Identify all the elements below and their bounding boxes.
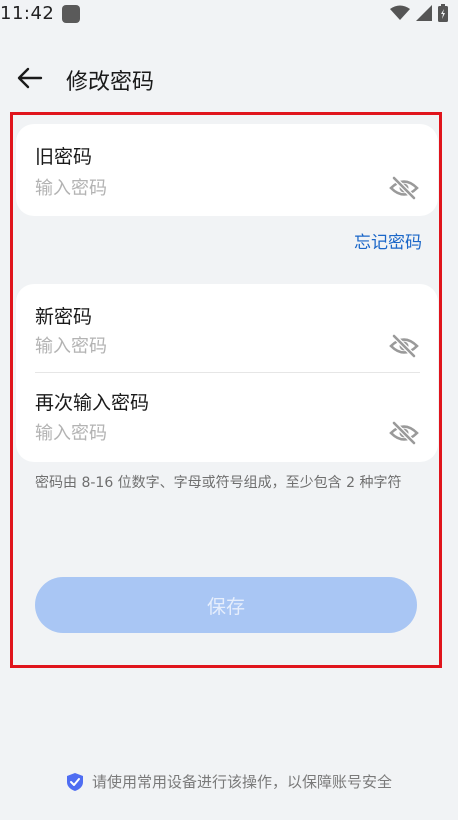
field-divider [35,372,420,373]
confirm-password-input[interactable] [35,419,375,447]
eye-off-icon [389,421,419,445]
battery-icon [438,4,448,22]
app-icon [62,5,80,23]
eye-off-icon [389,334,419,358]
old-password-input[interactable] [35,174,375,202]
password-rule-hint: 密码由 8-16 位数字、字母或符号组成，至少包含 2 种字符 [35,475,402,491]
confirm-password-label: 再次输入密码 [35,392,150,414]
app-header: 修改密码 [0,54,458,102]
old-password-visibility-toggle[interactable] [388,174,420,202]
shield-check-icon [66,772,83,791]
status-icons [390,4,448,22]
status-bar: 11:42 [0,0,458,30]
new-password-card: 新密码 再次输入密码 [16,284,438,462]
back-button[interactable] [12,60,48,96]
new-password-label: 新密码 [35,306,93,328]
eye-off-icon [389,176,419,200]
old-password-card: 旧密码 [16,124,438,216]
status-time: 11:42 [0,3,55,24]
new-password-input[interactable] [35,332,375,360]
new-password-visibility-toggle[interactable] [388,332,420,360]
save-button[interactable]: 保存 [35,577,417,633]
security-notice-text: 请使用常用设备进行该操作，以保障账号安全 [91,773,392,791]
confirm-password-visibility-toggle[interactable] [388,419,420,447]
arrow-left-icon [17,67,43,89]
old-password-label: 旧密码 [35,146,93,168]
security-notice: 请使用常用设备进行该操作，以保障账号安全 [0,771,458,792]
forgot-password-link[interactable]: 忘记密码 [354,228,422,253]
signal-icon [416,5,432,21]
page-title: 修改密码 [66,70,155,95]
wifi-icon [390,5,410,20]
